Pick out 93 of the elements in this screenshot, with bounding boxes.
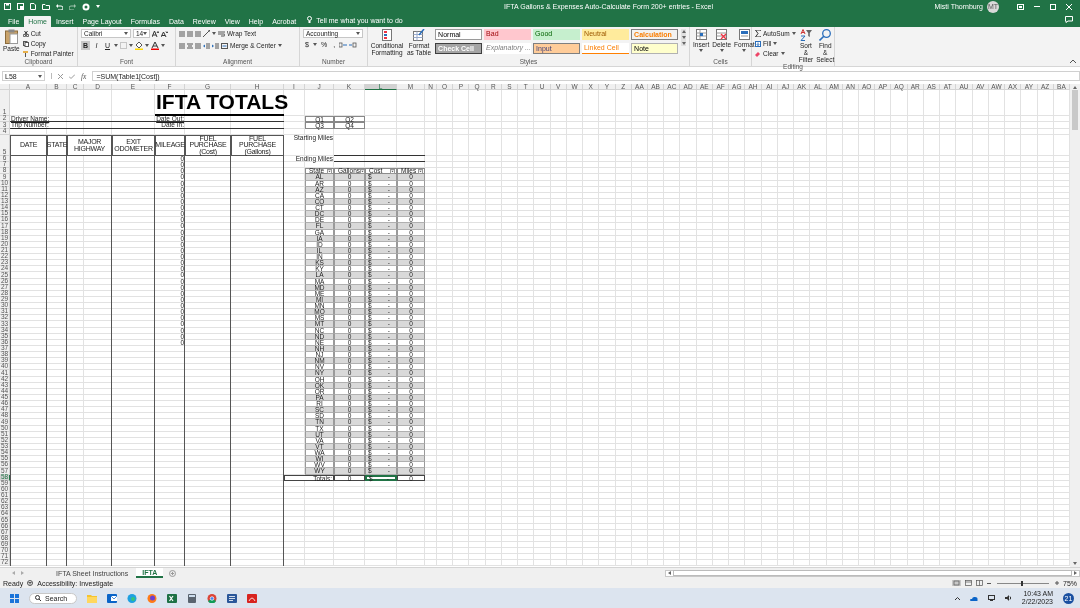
browser-icon[interactable] [127, 593, 137, 603]
mail-icon[interactable] [107, 593, 117, 603]
comments-icon[interactable] [1065, 16, 1073, 23]
filter-dropdown-icon[interactable] [418, 168, 423, 174]
middle-align-icon[interactable] [187, 30, 193, 37]
top-align-icon[interactable] [179, 30, 185, 37]
undo-icon[interactable] [56, 3, 63, 10]
new-sheet-icon[interactable] [169, 569, 177, 577]
cloud-icon[interactable] [969, 595, 978, 601]
scroll-right-icon [1074, 571, 1077, 575]
accessibility-icon [27, 580, 34, 586]
previous-sheet-icon[interactable] [12, 571, 15, 575]
caret-icon [143, 32, 148, 35]
decrease-decimal-icon[interactable] [349, 41, 358, 48]
merge-icon [221, 42, 228, 49]
wrap-icon [218, 30, 225, 37]
caret-icon [38, 74, 42, 78]
caret-icon [699, 49, 704, 52]
increase-indent-icon[interactable] [212, 42, 219, 49]
document-app-icon[interactable] [227, 593, 237, 603]
filter-dropdown-icon[interactable] [390, 168, 395, 174]
search-icon [819, 29, 832, 41]
calculator-icon[interactable] [187, 593, 197, 603]
caret-icon [114, 44, 118, 47]
save-as-icon[interactable] [17, 3, 24, 10]
horizontal-scrollbar[interactable] [665, 569, 1080, 577]
scroll-thumb[interactable] [1072, 90, 1078, 130]
folder-icon[interactable] [42, 3, 50, 10]
decrease-font-icon[interactable] [161, 30, 168, 37]
windows-start-icon[interactable] [10, 593, 19, 603]
redo-icon[interactable] [69, 3, 76, 10]
scroll-thumb[interactable] [673, 570, 1072, 576]
center-icon[interactable] [187, 42, 193, 49]
caret-icon [356, 32, 360, 35]
more-icon [681, 42, 686, 45]
increase-decimal-icon[interactable] [339, 41, 348, 48]
pdf-app-icon[interactable] [247, 593, 257, 603]
align-left-icon[interactable] [179, 42, 185, 49]
normal-view-icon[interactable] [952, 580, 961, 586]
scroll-down-icon [681, 36, 686, 39]
caret-icon [161, 44, 165, 47]
caret-icon [129, 44, 133, 47]
page-break-view-icon[interactable] [976, 580, 983, 586]
cancel-icon[interactable] [58, 73, 63, 79]
filter-dropdown-icon[interactable] [360, 168, 366, 174]
scissors-icon [22, 30, 29, 37]
sort-filter-icon [799, 29, 812, 41]
caret-icon [124, 32, 128, 35]
monitor-icon[interactable] [987, 595, 995, 601]
ribbon-display-icon[interactable] [1017, 3, 1024, 10]
filter-dropdown-icon[interactable] [327, 168, 332, 174]
caret-icon [212, 32, 216, 35]
new-file-icon[interactable] [30, 3, 36, 10]
caret-icon [96, 5, 100, 8]
sigma-icon [755, 30, 761, 37]
align-right-icon[interactable] [195, 42, 201, 49]
lightbulb-icon [307, 16, 313, 23]
caret-icon [773, 42, 778, 45]
zoom-in-icon[interactable] [1055, 581, 1059, 585]
caret-icon [277, 44, 282, 47]
vertical-scrollbar[interactable] [1070, 84, 1080, 567]
orientation-icon[interactable] [203, 30, 210, 37]
fill-down-icon [755, 40, 761, 47]
save-icon[interactable] [4, 3, 11, 10]
close-icon[interactable] [1066, 3, 1072, 10]
caret-icon [780, 52, 785, 55]
increase-font-icon[interactable] [152, 30, 159, 37]
font-color-icon[interactable] [151, 41, 159, 50]
scroll-left-icon [668, 571, 671, 575]
fill-color-icon[interactable] [135, 41, 143, 50]
spreadsheet-grid[interactable] [0, 84, 1070, 567]
maximize-icon[interactable] [1050, 3, 1056, 10]
caret-icon [719, 49, 724, 52]
caret-icon [145, 44, 149, 47]
caret-icon [312, 43, 317, 46]
caret-icon [791, 32, 796, 35]
collapse-ribbon-icon[interactable] [1070, 59, 1076, 63]
fox-browser-icon[interactable] [147, 593, 157, 603]
scroll-up-icon [681, 30, 686, 33]
caret-icon [742, 49, 747, 52]
chevron-up-icon[interactable] [954, 596, 960, 600]
search-icon [35, 595, 41, 601]
speaker-icon[interactable] [1004, 595, 1012, 601]
gallery-scrollbar[interactable] [681, 29, 686, 46]
copy-icon [22, 40, 29, 47]
eraser-icon [755, 50, 761, 57]
spreadsheet-app-icon[interactable] [167, 593, 177, 603]
next-sheet-icon[interactable] [21, 571, 24, 575]
page-layout-view-icon[interactable] [965, 580, 972, 586]
slider-thumb[interactable] [1020, 580, 1023, 586]
paintbrush-icon [22, 50, 29, 57]
scroll-down-icon [1073, 562, 1077, 565]
decrease-indent-icon[interactable] [203, 42, 210, 49]
